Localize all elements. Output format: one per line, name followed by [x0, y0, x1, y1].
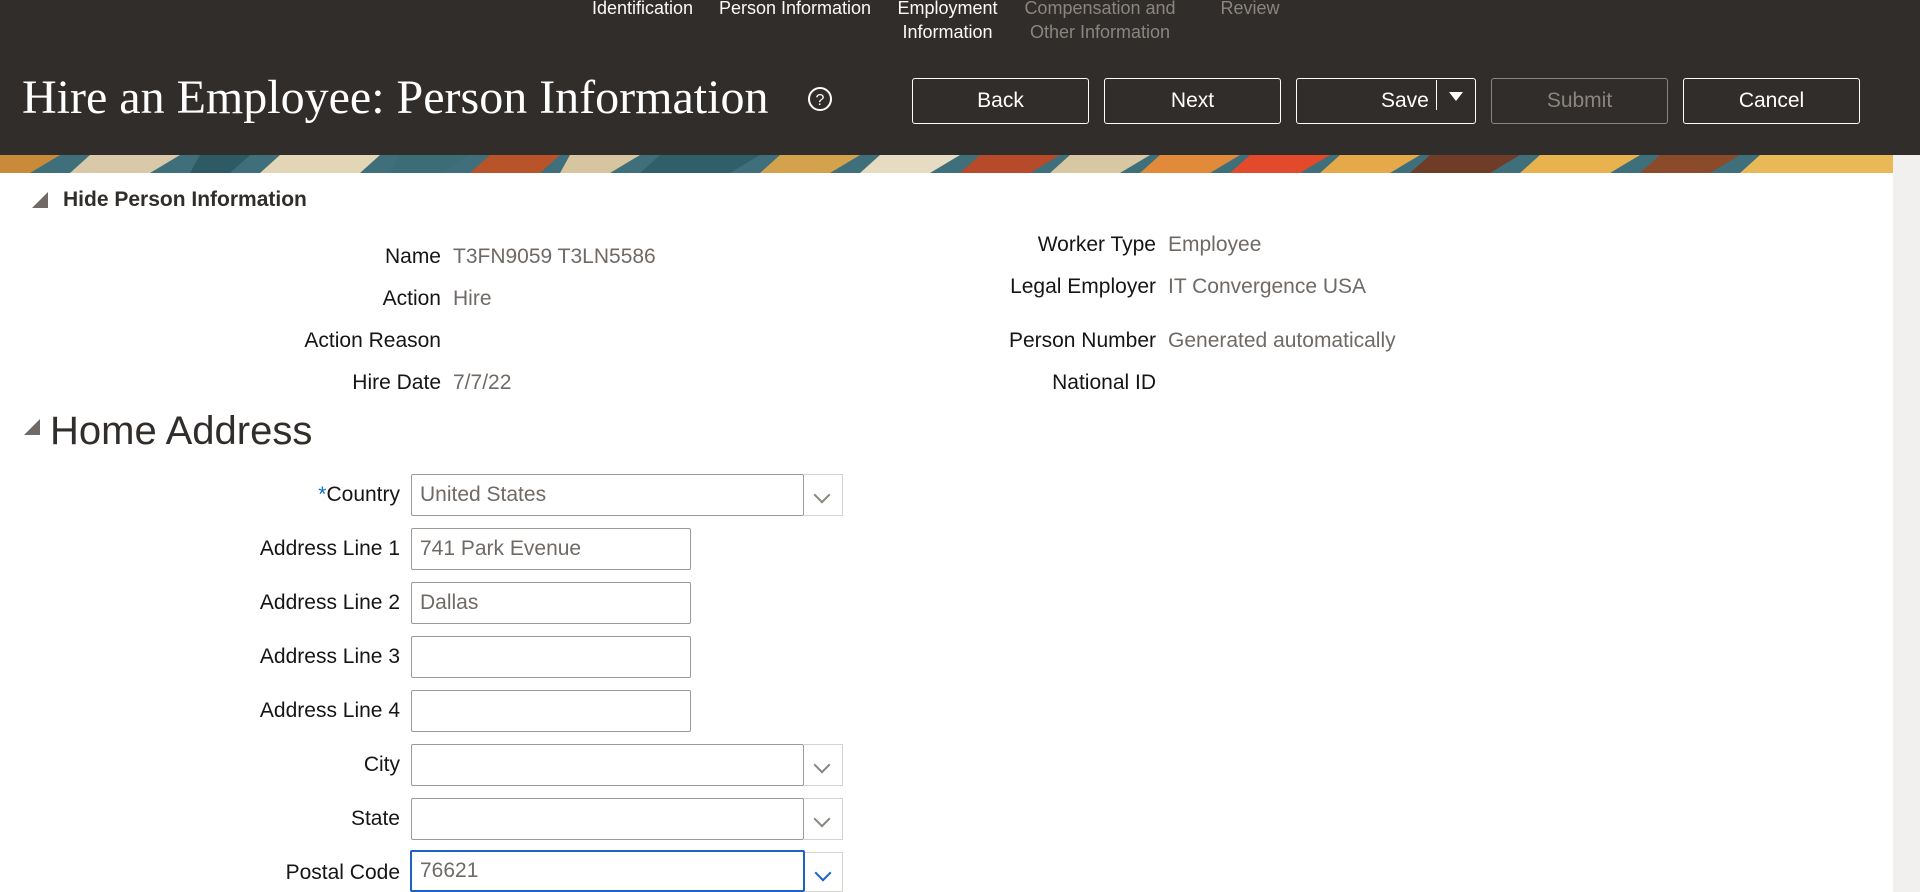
- address-line-4-input[interactable]: [411, 690, 691, 732]
- address-line-3-label: Address Line 3: [259, 645, 400, 668]
- chevron-down-icon: [813, 810, 831, 828]
- collapse-triangle-icon[interactable]: [32, 192, 48, 208]
- address-line-2-input[interactable]: Dallas: [411, 582, 691, 624]
- save-split-divider: [1436, 80, 1437, 110]
- national-id-label: National ID: [1052, 371, 1156, 394]
- state-label: State: [350, 807, 400, 830]
- hire-date-label: Hire Date: [352, 371, 441, 394]
- submit-button-label: Submit: [1546, 89, 1613, 112]
- next-button[interactable]: Next: [1104, 78, 1281, 124]
- home-address-heading: Home Address: [50, 409, 313, 453]
- chevron-down-icon: [813, 756, 831, 774]
- address-line-2-label: Address Line 2: [259, 591, 400, 614]
- hide-person-info-link[interactable]: Hide Person Information: [63, 188, 307, 212]
- worker-type-value: Employee: [1168, 233, 1262, 256]
- country-label-text: Country: [326, 483, 400, 506]
- address-line-3-input[interactable]: [411, 636, 691, 678]
- worker-type-label: Worker Type: [1037, 233, 1156, 256]
- country-label: *Country: [318, 481, 400, 509]
- name-label: Name: [384, 245, 441, 268]
- country-select[interactable]: United States: [411, 474, 804, 516]
- train-step-person-information[interactable]: Person Information: [715, 0, 875, 20]
- postal-code-input[interactable]: 76621: [410, 850, 805, 892]
- hire-date-value: 7/7/22: [453, 371, 512, 394]
- state-dropdown-button[interactable]: [804, 798, 843, 840]
- train-step-label-line2: Other Information: [1029, 22, 1171, 42]
- chevron-down-icon: [813, 486, 831, 504]
- person-number-value: Generated automatically: [1168, 329, 1396, 352]
- name-value: T3FN9059 T3LN5586: [453, 245, 656, 268]
- state-select[interactable]: [411, 798, 804, 840]
- train-step-label: Identification: [591, 0, 694, 18]
- decorative-banner: [0, 155, 1893, 173]
- person-number-label: Person Number: [1008, 329, 1156, 352]
- page-header: Identification Person Information Employ…: [0, 0, 1920, 155]
- address-line-1-label: Address Line 1: [259, 537, 400, 560]
- submit-button[interactable]: Submit: [1491, 78, 1668, 124]
- page-title: Hire an Employee: Person Information: [22, 71, 769, 124]
- cancel-button-label: Cancel: [1738, 89, 1805, 112]
- address-line-4-label: Address Line 4: [259, 699, 400, 722]
- legal-employer-value: IT Convergence USA: [1168, 275, 1367, 298]
- city-label: City: [363, 753, 400, 776]
- action-reason-label: Action Reason: [304, 329, 441, 352]
- legal-employer-label: Legal Employer: [1010, 275, 1156, 298]
- address-line-1-input[interactable]: 741 Park Evenue: [411, 528, 691, 570]
- train-step-label: Review: [1220, 0, 1280, 18]
- save-button-label: Save: [1381, 89, 1429, 112]
- train-step-label-line2: Information: [902, 22, 993, 42]
- country-dropdown-button[interactable]: [804, 474, 843, 516]
- save-menu-arrow-icon[interactable]: [1449, 92, 1463, 101]
- train-step-review[interactable]: Review: [1200, 0, 1300, 20]
- home-address-collapse-icon[interactable]: [24, 419, 40, 435]
- train-step-label: Employment: [897, 0, 998, 18]
- cancel-button[interactable]: Cancel: [1683, 78, 1860, 124]
- next-button-label: Next: [1170, 89, 1215, 112]
- city-dropdown-button[interactable]: [804, 744, 843, 786]
- action-value: Hire: [453, 287, 492, 310]
- help-icon[interactable]: ?: [807, 86, 833, 112]
- postal-code-label: Postal Code: [285, 861, 400, 884]
- train-step-employment-information[interactable]: Employment Information: [885, 0, 1010, 44]
- train-step-compensation[interactable]: Compensation and Other Information: [1020, 0, 1180, 44]
- city-select[interactable]: [411, 744, 804, 786]
- train-step-label: Person Information: [718, 0, 872, 18]
- save-button[interactable]: Save: [1296, 78, 1476, 124]
- chevron-down-icon: [814, 864, 832, 882]
- back-button-label: Back: [977, 89, 1024, 112]
- postal-code-dropdown-button[interactable]: [805, 852, 843, 892]
- train-step-identification[interactable]: Identification: [580, 0, 705, 20]
- back-button[interactable]: Back: [912, 78, 1089, 124]
- right-gutter: [1893, 155, 1920, 892]
- svg-text:?: ?: [816, 92, 825, 109]
- action-label: Action: [382, 287, 441, 310]
- train-step-label: Compensation and: [1024, 0, 1176, 18]
